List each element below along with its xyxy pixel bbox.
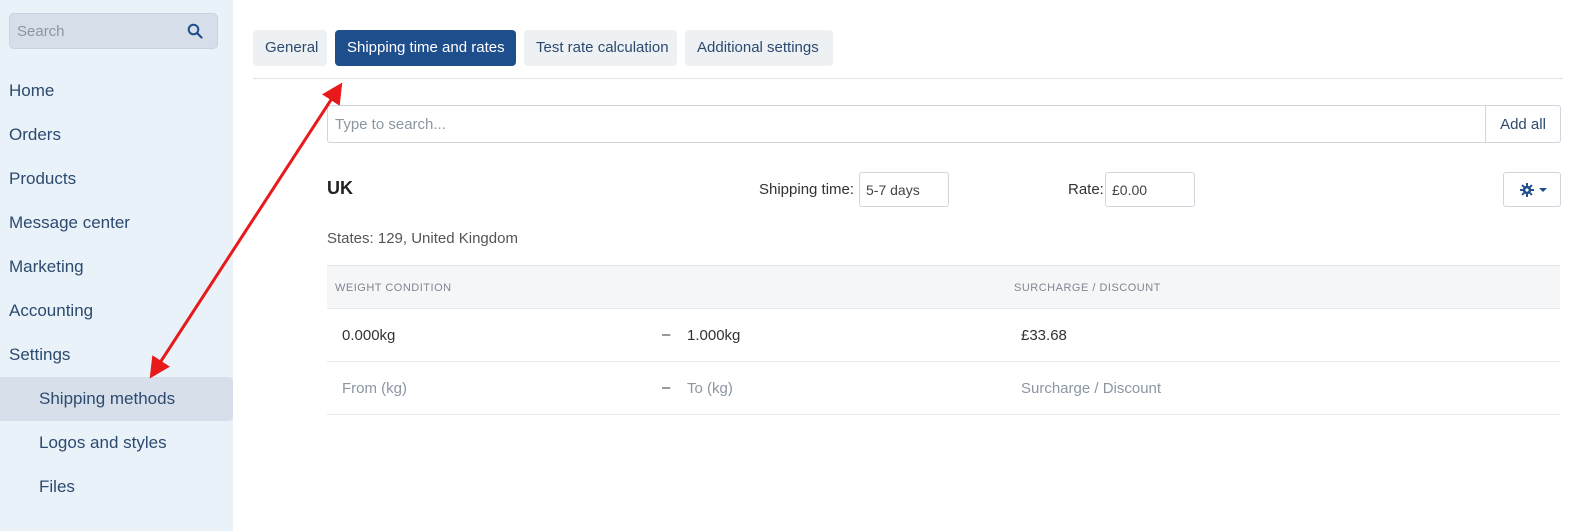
sidebar-search: [9, 13, 218, 49]
sidebar-item-products[interactable]: Products: [0, 157, 233, 201]
gear-icon: [1520, 183, 1534, 197]
weight-to[interactable]: 1.000kg: [687, 327, 740, 344]
sidebar-item-message-center[interactable]: Message center: [0, 201, 233, 245]
range-dash: –: [662, 326, 671, 343]
header-surcharge-discount: Surcharge / Discount: [1014, 282, 1161, 294]
search-icon[interactable]: [187, 23, 203, 39]
shipping-time-input[interactable]: [859, 172, 949, 207]
tabs-divider: [253, 78, 1563, 79]
sidebar-item-shipping-methods[interactable]: Shipping methods: [0, 377, 233, 421]
rates-table: Weight condition Surcharge / Discount 0.…: [327, 265, 1560, 415]
rate-label: Rate:: [1068, 181, 1104, 198]
header-weight-condition: Weight condition: [335, 282, 452, 294]
shipping-time-label: Shipping time:: [759, 181, 855, 198]
tab-general[interactable]: General: [253, 30, 327, 66]
add-all-button[interactable]: Add all: [1485, 105, 1561, 143]
sidebar-item-accounting[interactable]: Accounting: [0, 289, 233, 333]
sidebar-item-orders[interactable]: Orders: [0, 113, 233, 157]
sidebar-item-marketing[interactable]: Marketing: [0, 245, 233, 289]
range-dash: –: [662, 379, 671, 396]
tab-additional-settings[interactable]: Additional settings: [685, 30, 833, 66]
new-rate-row: From (kg) – To (kg) Surcharge / Discount: [327, 362, 1560, 415]
zone-states: States: 129, United Kingdom: [327, 230, 518, 247]
table-row: 0.000kg – 1.000kg £33.68: [327, 309, 1560, 362]
surcharge-input[interactable]: Surcharge / Discount: [1021, 380, 1161, 397]
weight-from[interactable]: 0.000kg: [342, 327, 395, 344]
sidebar: Home Orders Products Message center Mark…: [0, 0, 233, 531]
tab-shipping-time-and-rates[interactable]: Shipping time and rates: [335, 30, 516, 66]
rate-input[interactable]: [1105, 172, 1195, 207]
sidebar-search-input[interactable]: [10, 14, 180, 48]
from-kg-input[interactable]: From (kg): [342, 380, 407, 397]
zone-settings-dropdown-button[interactable]: [1503, 172, 1561, 207]
to-kg-input[interactable]: To (kg): [687, 380, 733, 397]
table-header: Weight condition Surcharge / Discount: [327, 265, 1560, 309]
destination-search-input[interactable]: [327, 105, 1486, 143]
zone-title: UK: [327, 178, 353, 198]
sidebar-nav: Home Orders Products Message center Mark…: [0, 69, 233, 509]
sidebar-item-home[interactable]: Home: [0, 69, 233, 113]
sidebar-item-settings[interactable]: Settings: [0, 333, 233, 377]
chevron-down-icon: [1539, 188, 1547, 192]
surcharge-value[interactable]: £33.68: [1021, 327, 1067, 344]
sidebar-item-logos-and-styles[interactable]: Logos and styles: [0, 421, 233, 465]
tab-test-rate-calculation[interactable]: Test rate calculation: [524, 30, 677, 66]
sidebar-item-files[interactable]: Files: [0, 465, 233, 509]
